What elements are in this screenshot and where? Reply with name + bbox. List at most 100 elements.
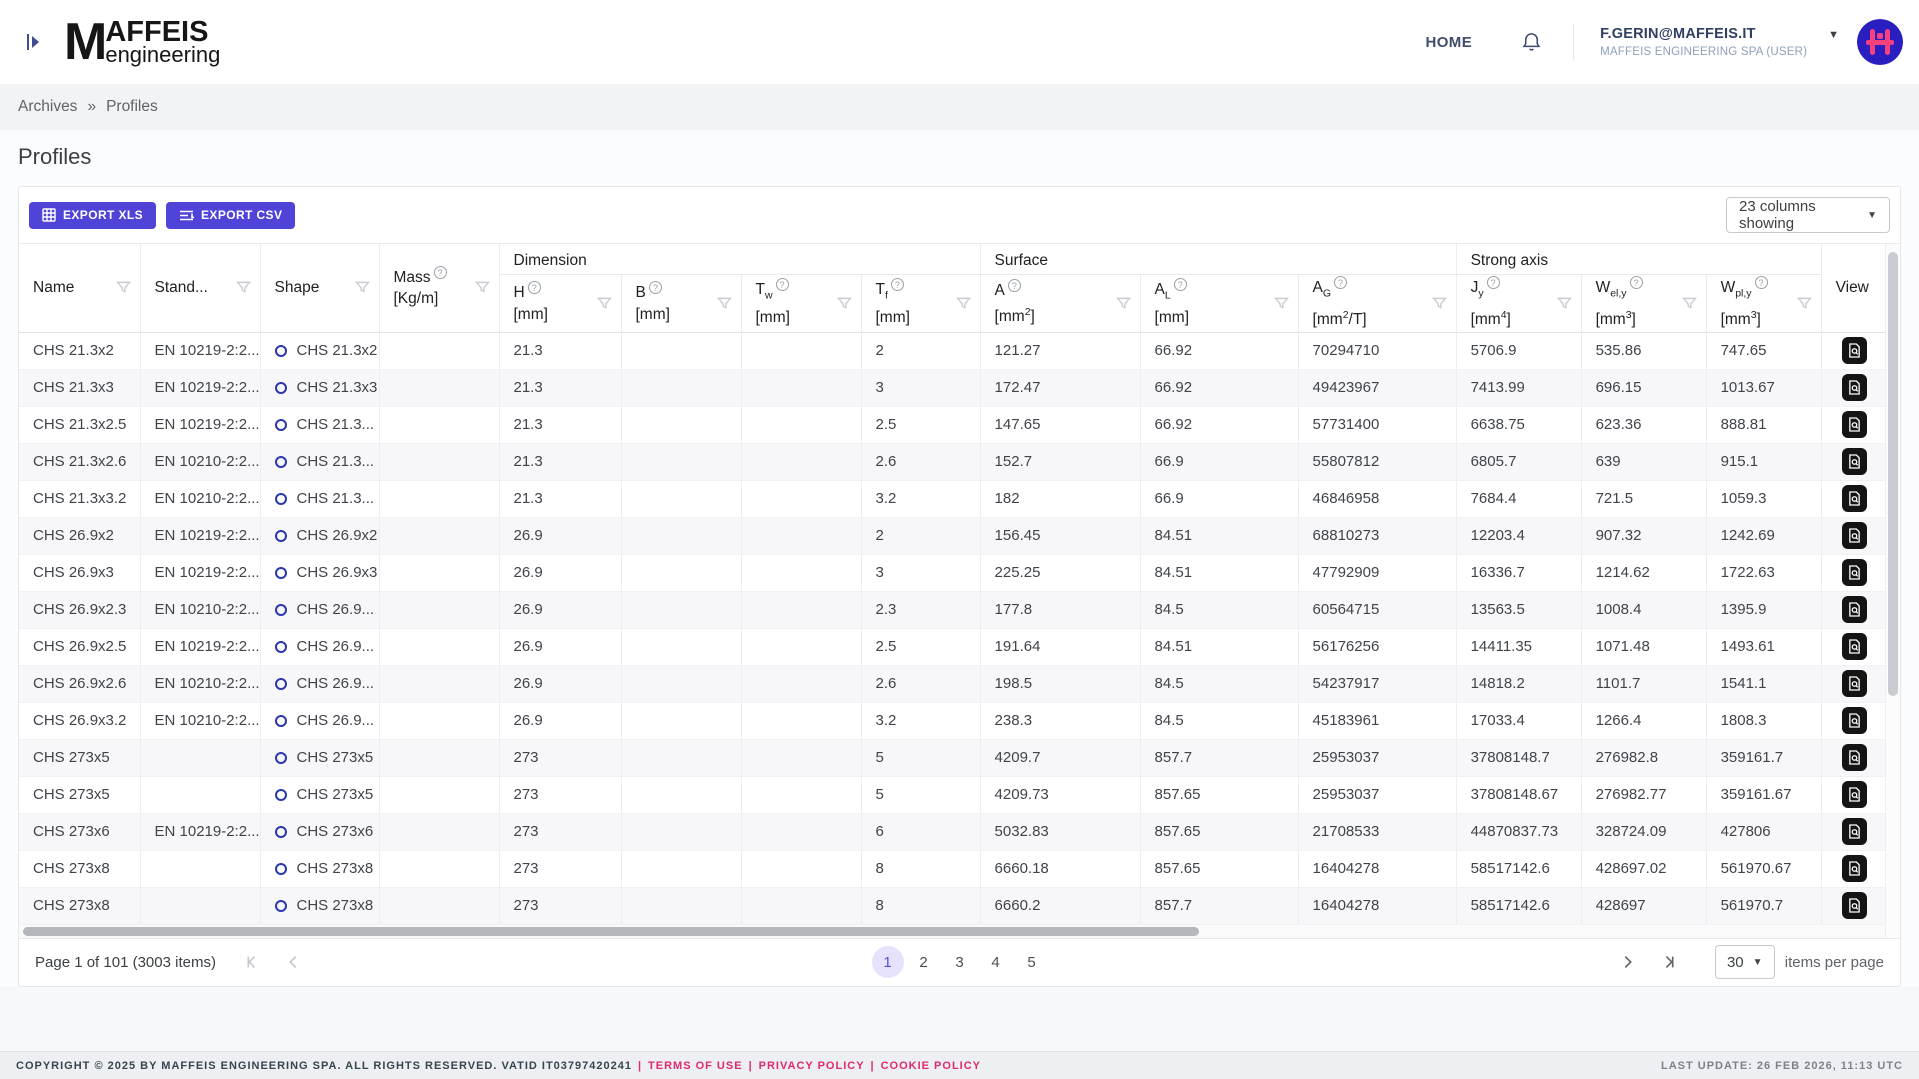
cell-wely: 1101.7 — [1581, 665, 1706, 702]
table-row: CHS 273x6EN 10219-2:2...CHS 273x62736503… — [19, 813, 1887, 850]
cell-ag: 56176256 — [1298, 628, 1456, 665]
column-header-tf[interactable]: Tf?[mm] — [861, 274, 980, 332]
columns-visibility-select[interactable]: 23 columns showing ▼ — [1726, 197, 1890, 233]
column-header-al[interactable]: AL?[mm] — [1140, 274, 1298, 332]
horizontal-scrollbar[interactable] — [19, 925, 1885, 938]
next-page-icon[interactable] — [1621, 953, 1635, 971]
footer-link-cookie-policy[interactable]: COOKIE POLICY — [881, 1060, 981, 1072]
column-header-jy[interactable]: Jy?[mm4] — [1456, 274, 1581, 332]
cell-tf: 8 — [861, 887, 980, 924]
view-button[interactable] — [1842, 855, 1867, 882]
column-header-tw[interactable]: Tw?[mm] — [741, 274, 861, 332]
cell-shape: CHS 273x8 — [260, 850, 379, 887]
page-number-2[interactable]: 2 — [908, 946, 940, 978]
view-button[interactable] — [1842, 707, 1867, 734]
page-number-4[interactable]: 4 — [980, 946, 1012, 978]
breadcrumb-archives[interactable]: Archives — [18, 98, 77, 116]
column-unit: [mm] — [636, 304, 670, 325]
avatar[interactable] — [1857, 19, 1903, 65]
filter-funnel-icon[interactable] — [235, 279, 252, 296]
filter-funnel-icon[interactable] — [836, 295, 853, 312]
view-button[interactable] — [1842, 781, 1867, 808]
filter-funnel-icon[interactable] — [1556, 295, 1573, 312]
user-menu-caret-icon[interactable]: ▼ — [1828, 29, 1839, 41]
cell-h: 21.3 — [499, 406, 621, 443]
previous-page-icon[interactable] — [286, 953, 300, 971]
cell-jy: 6805.7 — [1456, 443, 1581, 480]
column-header-ag[interactable]: AG?[mm2/T] — [1298, 274, 1456, 332]
export-xls-button[interactable]: EXPORT XLS — [29, 202, 156, 229]
cell-mass — [379, 443, 499, 480]
cell-tw — [741, 665, 861, 702]
view-button[interactable] — [1842, 892, 1867, 919]
cell-jy: 14818.2 — [1456, 665, 1581, 702]
filter-funnel-icon[interactable] — [1431, 295, 1448, 312]
view-button[interactable] — [1842, 448, 1867, 475]
cell-al: 84.5 — [1140, 702, 1298, 739]
pagination-bar: Page 1 of 101 (3003 items) 12345 30 ▼ — [19, 938, 1900, 986]
vertical-scrollbar-thumb[interactable] — [1888, 252, 1898, 696]
cell-jy: 58517142.6 — [1456, 887, 1581, 924]
cell-a: 198.5 — [980, 665, 1140, 702]
column-header-mass[interactable]: Mass?[Kg/m] — [379, 244, 499, 332]
last-page-icon[interactable] — [1661, 953, 1679, 971]
first-page-icon[interactable] — [242, 953, 260, 971]
view-button[interactable] — [1842, 337, 1867, 364]
page-number-1[interactable]: 1 — [872, 946, 904, 978]
filter-funnel-icon[interactable] — [474, 279, 491, 296]
shape-circle-icon — [275, 752, 287, 764]
filter-funnel-icon[interactable] — [1273, 295, 1290, 312]
column-header-standard[interactable]: Stand... — [140, 244, 260, 332]
filter-funnel-icon[interactable] — [716, 295, 733, 312]
column-header-wply[interactable]: Wpl,y?[mm3] — [1706, 274, 1821, 332]
filter-funnel-icon[interactable] — [115, 279, 132, 296]
column-header-b[interactable]: B?[mm] — [621, 274, 741, 332]
page-number-3[interactable]: 3 — [944, 946, 976, 978]
column-header-shape[interactable]: Shape — [260, 244, 379, 332]
header-row: NameStand...ShapeMass?[Kg/m]DimensionSur… — [19, 244, 1887, 274]
nav-home-link[interactable]: HOME — [1426, 34, 1473, 51]
view-button[interactable] — [1842, 633, 1867, 660]
view-button[interactable] — [1842, 411, 1867, 438]
column-header-a[interactable]: A?[mm2] — [980, 274, 1140, 332]
view-button[interactable] — [1842, 818, 1867, 845]
column-header-wely[interactable]: Wel,y?[mm3] — [1581, 274, 1706, 332]
view-button[interactable] — [1842, 670, 1867, 697]
cell-b — [621, 443, 741, 480]
footer-link-terms-of-use[interactable]: TERMS OF USE — [648, 1060, 743, 1072]
items-per-page-select[interactable]: 30 ▼ — [1715, 945, 1775, 979]
vertical-scrollbar[interactable] — [1885, 244, 1900, 938]
cell-mass — [379, 332, 499, 369]
filter-funnel-icon[interactable] — [955, 295, 972, 312]
table-row: CHS 21.3x2EN 10219-2:2...CHS 21.3x221.32… — [19, 332, 1887, 369]
view-button[interactable] — [1842, 522, 1867, 549]
cell-shape: CHS 26.9x3 — [260, 554, 379, 591]
filter-funnel-icon[interactable] — [354, 279, 371, 296]
view-button[interactable] — [1842, 596, 1867, 623]
cell-a: 6660.18 — [980, 850, 1140, 887]
column-header-h[interactable]: H?[mm] — [499, 274, 621, 332]
cell-ag: 16404278 — [1298, 887, 1456, 924]
cell-jy: 13563.5 — [1456, 591, 1581, 628]
filter-funnel-icon[interactable] — [1796, 295, 1813, 312]
view-button[interactable] — [1842, 559, 1867, 586]
footer-link-privacy-policy[interactable]: PRIVACY POLICY — [759, 1060, 865, 1072]
export-csv-button[interactable]: EXPORT CSV — [166, 202, 295, 229]
page-number-5[interactable]: 5 — [1016, 946, 1048, 978]
table-row: CHS 273x5CHS 273x527354209.7857.72595303… — [19, 739, 1887, 776]
column-header-name[interactable]: Name — [19, 244, 140, 332]
filter-funnel-icon[interactable] — [1115, 295, 1132, 312]
horizontal-scrollbar-thumb[interactable] — [23, 927, 1199, 936]
view-button[interactable] — [1842, 374, 1867, 401]
cell-wely: 535.86 — [1581, 332, 1706, 369]
cell-shape: CHS 21.3x2 — [260, 332, 379, 369]
filter-funnel-icon[interactable] — [596, 295, 613, 312]
cell-al: 857.7 — [1140, 739, 1298, 776]
notifications-bell-icon[interactable] — [1520, 31, 1543, 54]
view-button[interactable] — [1842, 485, 1867, 512]
cell-wply: 359161.67 — [1706, 776, 1821, 813]
view-button[interactable] — [1842, 744, 1867, 771]
filter-funnel-icon[interactable] — [1681, 295, 1698, 312]
sidebar-toggle-icon[interactable] — [26, 32, 42, 52]
user-menu[interactable]: F.GERIN@MAFFEIS.IT MAFFEIS ENGINEERING S… — [1600, 26, 1810, 58]
